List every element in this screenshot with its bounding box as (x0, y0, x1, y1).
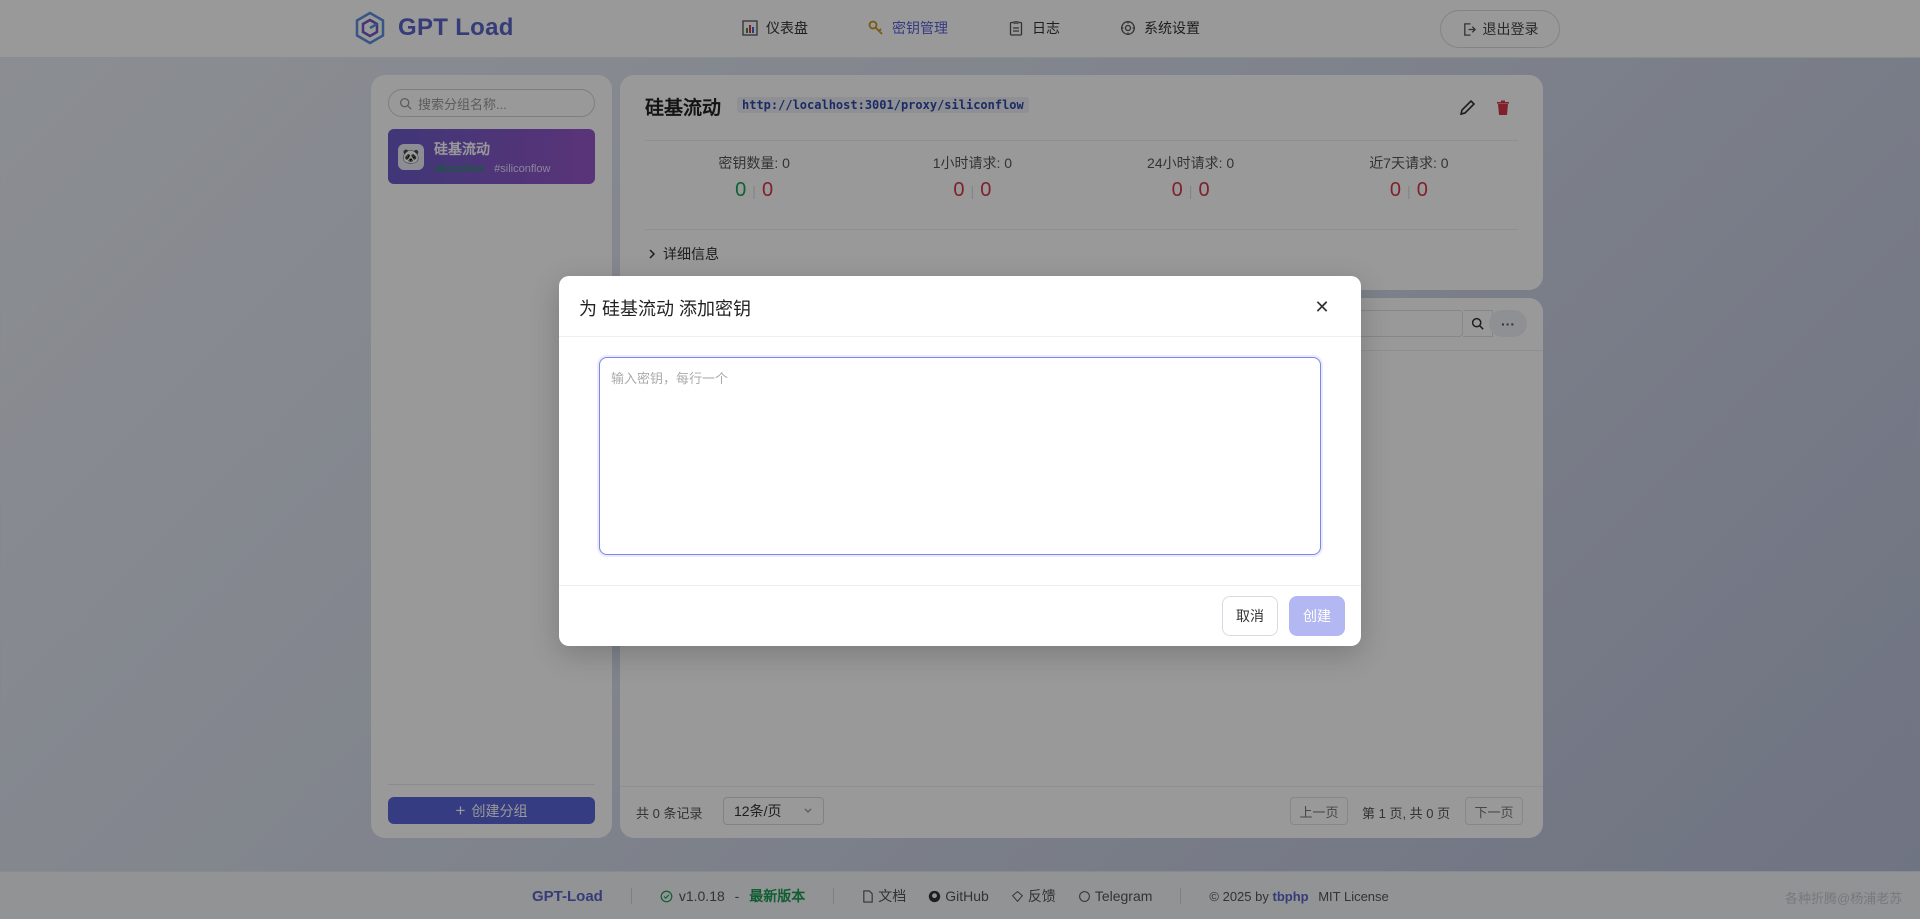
cancel-button[interactable]: 取消 (1222, 596, 1278, 636)
close-icon[interactable]: ✕ (1311, 296, 1333, 318)
modal-title: 为 硅基流动 添加密钥 (579, 295, 751, 321)
create-button[interactable]: 创建 (1289, 596, 1345, 636)
keys-textarea[interactable] (599, 357, 1321, 555)
add-key-modal: 为 硅基流动 添加密钥 ✕ 取消 创建 (559, 276, 1361, 646)
modal-divider (559, 336, 1361, 337)
modal-divider (559, 585, 1361, 586)
